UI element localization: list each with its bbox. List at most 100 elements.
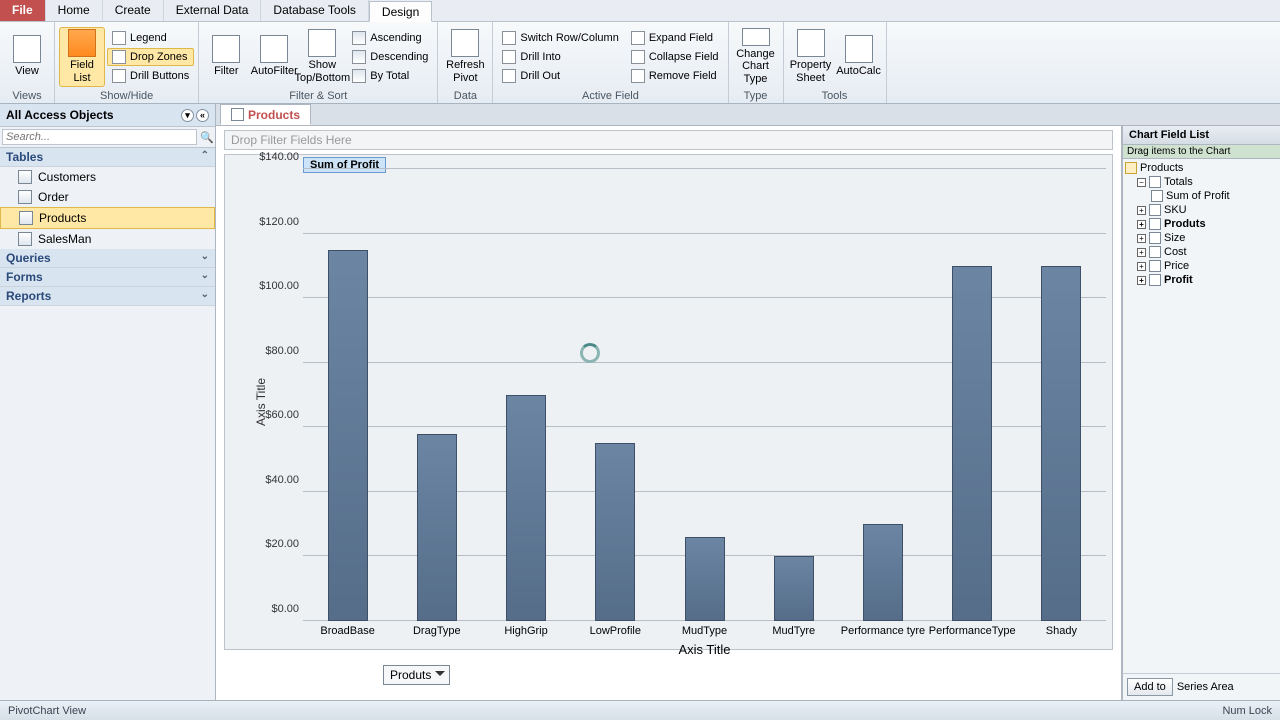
search-input[interactable] bbox=[2, 129, 197, 145]
collapse-icon bbox=[631, 50, 645, 64]
field-label: Profit bbox=[1164, 274, 1193, 286]
bar-dragtype[interactable] bbox=[417, 434, 457, 621]
autocalc-button[interactable]: AutoCalc bbox=[836, 27, 882, 87]
descending-button[interactable]: Descending bbox=[347, 48, 433, 66]
busy-cursor-icon bbox=[580, 343, 600, 363]
by-total-button[interactable]: By Total bbox=[347, 67, 433, 85]
remove-label: Remove Field bbox=[649, 70, 717, 82]
autocalc-icon bbox=[845, 35, 873, 63]
bytotal-label: By Total bbox=[370, 70, 409, 82]
sum-icon bbox=[1151, 190, 1163, 202]
nav-header[interactable]: All Access Objects ▾« bbox=[0, 104, 215, 127]
tab-database-tools[interactable]: Database Tools bbox=[261, 0, 369, 21]
charttype-icon bbox=[742, 28, 770, 46]
tree-field-price[interactable]: +Price bbox=[1125, 259, 1278, 273]
tab-external-data[interactable]: External Data bbox=[164, 0, 262, 21]
propsheet-label: Property Sheet bbox=[789, 59, 833, 84]
tree-field-sku[interactable]: +SKU bbox=[1125, 203, 1278, 217]
document-area: Products Drop Filter Fields Here Sum of … bbox=[216, 104, 1280, 700]
bar-mudtyre[interactable] bbox=[774, 556, 814, 621]
switch-icon bbox=[502, 31, 516, 45]
search-icon[interactable]: 🔍 bbox=[199, 127, 215, 147]
bar-mudtype[interactable] bbox=[685, 537, 725, 621]
nav-collapse-icon[interactable]: « bbox=[196, 109, 209, 122]
legend-button[interactable]: Legend bbox=[107, 29, 194, 47]
field-icon bbox=[1149, 246, 1161, 258]
tree-field-cost[interactable]: +Cost bbox=[1125, 245, 1278, 259]
field-list-button[interactable]: Field List bbox=[59, 27, 105, 87]
bar-performance-tyre[interactable] bbox=[863, 524, 903, 621]
x-category: HighGrip bbox=[504, 625, 547, 637]
add-to-button[interactable]: Add to bbox=[1127, 678, 1173, 696]
doc-tab-products[interactable]: Products bbox=[220, 104, 311, 125]
tab-file[interactable]: File bbox=[0, 0, 46, 21]
tab-create[interactable]: Create bbox=[103, 0, 164, 21]
autofilter-button[interactable]: AutoFilter bbox=[251, 27, 297, 87]
collapse-icon: ⌃ bbox=[201, 150, 209, 164]
bar-highgrip[interactable] bbox=[506, 395, 546, 621]
views-group-label: Views bbox=[4, 89, 50, 103]
show-topbottom-button[interactable]: Show Top/Bottom bbox=[299, 27, 345, 87]
view-button[interactable]: View bbox=[4, 27, 50, 87]
status-left: PivotChart View bbox=[8, 705, 86, 717]
nav-cat-reports[interactable]: Reports⌄ bbox=[0, 287, 215, 306]
bar-broadbase[interactable] bbox=[328, 250, 368, 621]
drill-out-button[interactable]: Drill Out bbox=[497, 67, 623, 85]
tree-field-size[interactable]: +Size bbox=[1125, 231, 1278, 245]
ribbon-group-activefield: Switch Row/Column Drill Into Drill Out E… bbox=[493, 22, 728, 103]
filter-drop-zone[interactable]: Drop Filter Fields Here bbox=[224, 130, 1113, 150]
drop-zones-button[interactable]: Drop Zones bbox=[107, 48, 194, 66]
bar-performancetype[interactable] bbox=[952, 266, 992, 621]
refresh-label: Refresh Pivot bbox=[443, 59, 487, 84]
category-dropdown[interactable]: Produts bbox=[383, 665, 450, 685]
series-area-label[interactable]: Series Area bbox=[1177, 681, 1234, 693]
type-group-label: Type bbox=[733, 89, 779, 103]
ascending-button[interactable]: Ascending bbox=[347, 29, 433, 47]
nav-item-products[interactable]: Products bbox=[0, 207, 215, 229]
y-tick: $40.00 bbox=[265, 474, 303, 486]
tree-totals[interactable]: −Totals bbox=[1125, 175, 1278, 189]
property-sheet-button[interactable]: Property Sheet bbox=[788, 27, 834, 87]
field-label: Produts bbox=[1164, 218, 1206, 230]
drillinto-icon bbox=[502, 50, 516, 64]
nav-cat-forms[interactable]: Forms⌄ bbox=[0, 268, 215, 287]
nav-dropdown-icon[interactable]: ▾ bbox=[181, 109, 194, 122]
legend-label: Legend bbox=[130, 32, 167, 44]
nav-cat-queries[interactable]: Queries⌄ bbox=[0, 249, 215, 268]
bar-lowprofile[interactable] bbox=[595, 443, 635, 621]
tree-sumprofit[interactable]: Sum of Profit bbox=[1125, 189, 1278, 203]
drillout-label: Drill Out bbox=[520, 70, 560, 82]
propsheet-icon bbox=[797, 29, 825, 57]
nav-item-order[interactable]: Order bbox=[0, 187, 215, 207]
nav-item-salesman[interactable]: SalesMan bbox=[0, 229, 215, 249]
ribbon-group-tools: Property Sheet AutoCalc Tools bbox=[784, 22, 887, 103]
nav-cat-tables[interactable]: Tables⌃ bbox=[0, 148, 215, 167]
expand-field-button[interactable]: Expand Field bbox=[626, 29, 724, 47]
remove-field-button[interactable]: Remove Field bbox=[626, 67, 724, 85]
y-tick: $20.00 bbox=[265, 538, 303, 550]
table-icon bbox=[18, 170, 32, 184]
tab-design[interactable]: Design bbox=[369, 1, 432, 22]
x-axis-title[interactable]: Axis Title bbox=[678, 642, 730, 657]
field-label: Size bbox=[1164, 232, 1185, 244]
switch-rowcol-button[interactable]: Switch Row/Column bbox=[497, 29, 623, 47]
topbottom-label: Show Top/Bottom bbox=[294, 59, 350, 84]
tab-home[interactable]: Home bbox=[46, 0, 103, 21]
collapse-field-button[interactable]: Collapse Field bbox=[626, 48, 724, 66]
tree-field-produts[interactable]: +Produts bbox=[1125, 217, 1278, 231]
chart-box[interactable]: Sum of Profit Axis Title Axis Title Prod… bbox=[224, 154, 1113, 650]
bar-shady[interactable] bbox=[1041, 266, 1081, 621]
drill-buttons-button[interactable]: Drill Buttons bbox=[107, 67, 194, 85]
ribbon-tabs: File Home Create External Data Database … bbox=[0, 0, 1280, 22]
change-chart-type-button[interactable]: Change Chart Type bbox=[733, 27, 779, 87]
main: All Access Objects ▾« 🔍 Tables⌃ Customer… bbox=[0, 104, 1280, 700]
refresh-pivot-button[interactable]: Refresh Pivot bbox=[442, 27, 488, 87]
tree-field-profit[interactable]: +Profit bbox=[1125, 273, 1278, 287]
gridline bbox=[303, 233, 1106, 234]
autocalc-label: AutoCalc bbox=[836, 65, 881, 78]
drill-into-button[interactable]: Drill Into bbox=[497, 48, 623, 66]
tree-root[interactable]: Products bbox=[1125, 161, 1278, 175]
filter-button[interactable]: Filter bbox=[203, 27, 249, 87]
nav-item-customers[interactable]: Customers bbox=[0, 167, 215, 187]
plus-icon: + bbox=[1137, 248, 1146, 257]
